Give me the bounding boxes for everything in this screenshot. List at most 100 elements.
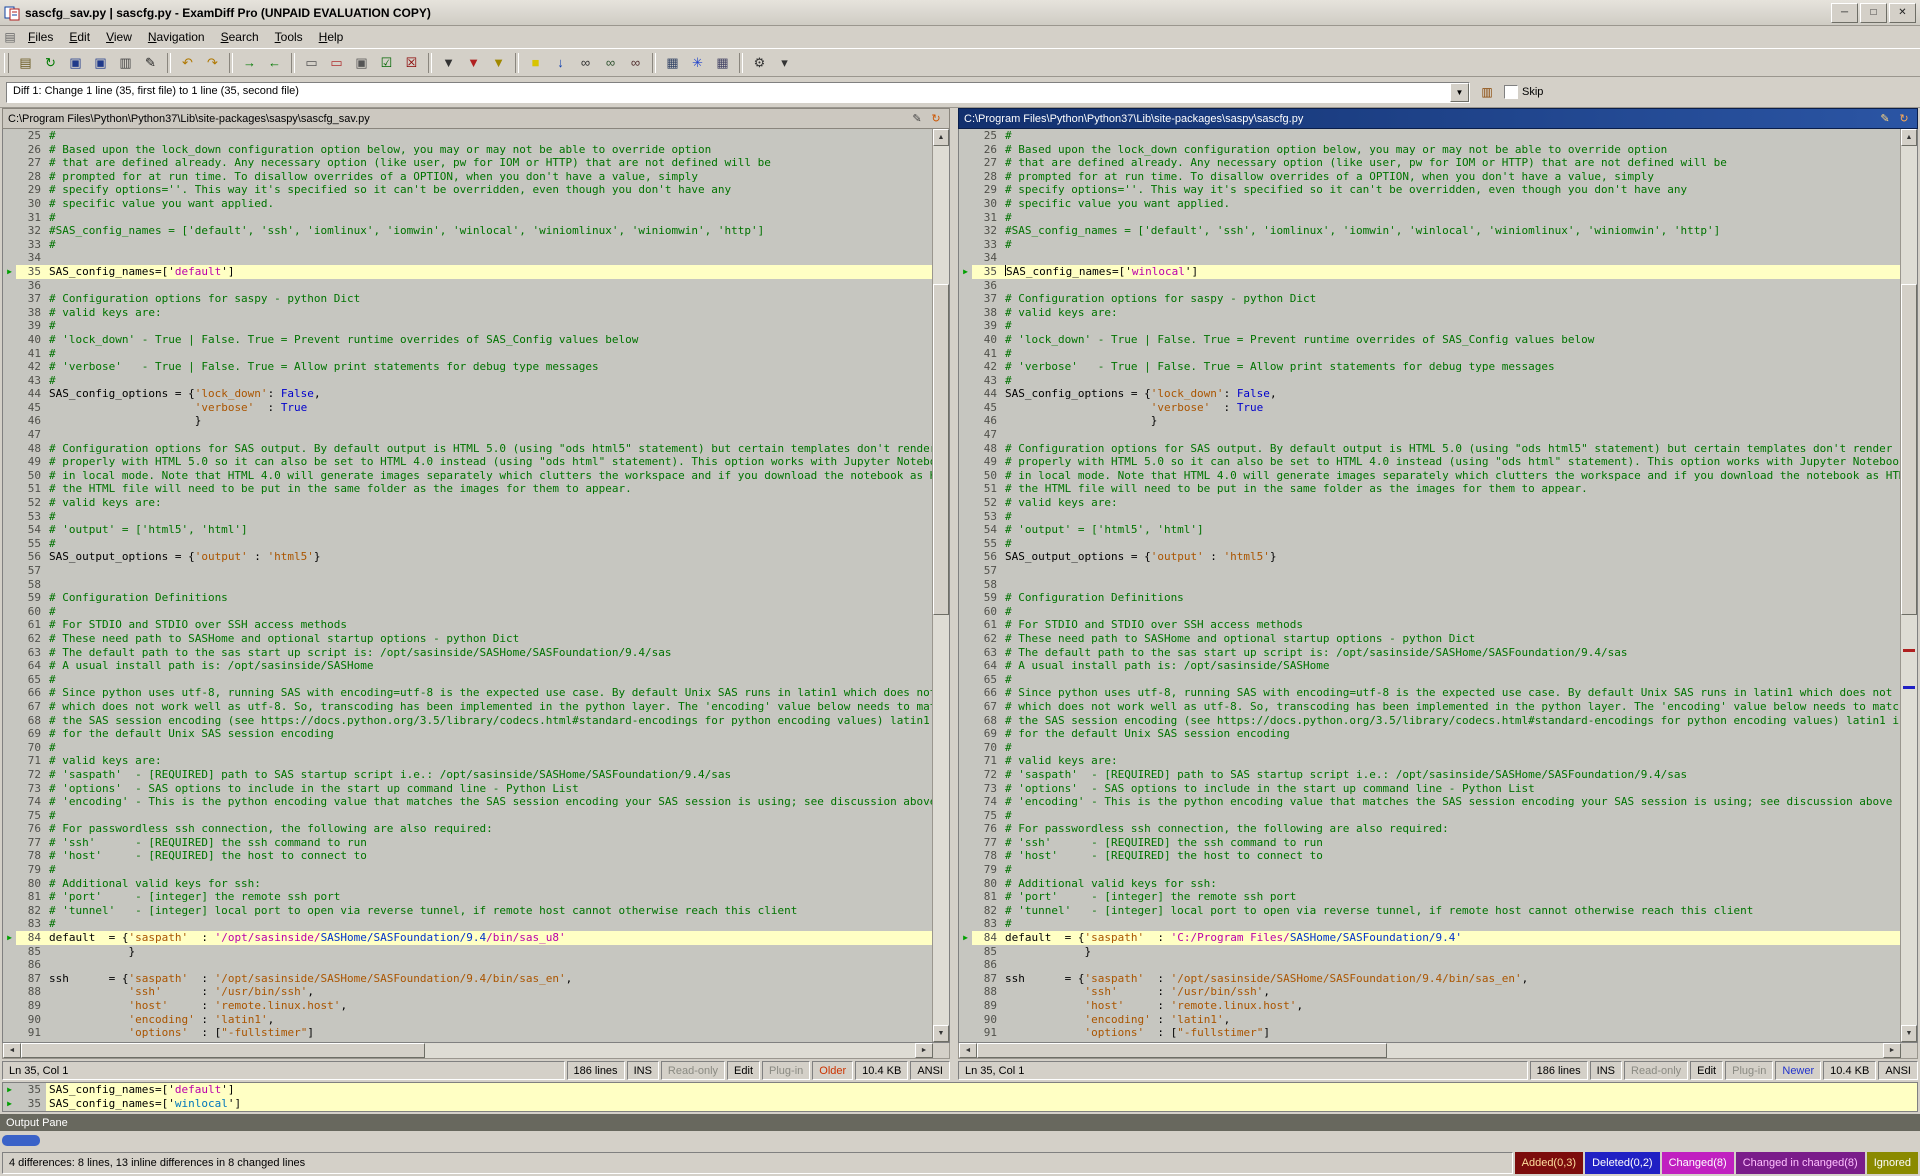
redo-icon[interactable]: ↷ bbox=[200, 51, 225, 75]
code-line[interactable]: 83# bbox=[3, 917, 932, 931]
code-line[interactable]: 68# the SAS session encoding (see https:… bbox=[3, 714, 932, 728]
code-line[interactable]: 51# the HTML file will need to be put in… bbox=[3, 482, 932, 496]
code-line[interactable]: 34 bbox=[959, 251, 1900, 265]
pane-edit-icon[interactable]: ✎ bbox=[1877, 112, 1893, 125]
vertical-scrollbar-right[interactable]: ▲ ▼ bbox=[1900, 129, 1917, 1042]
scroll-down-icon[interactable]: ▼ bbox=[1901, 1025, 1917, 1042]
code-line[interactable]: 87ssh = {'saspath' : '/opt/sasinside/SAS… bbox=[959, 972, 1900, 986]
code-line[interactable]: 26# Based upon the lock_down configurati… bbox=[3, 143, 932, 157]
toolbar-grip[interactable] bbox=[4, 53, 9, 73]
code-line[interactable]: 75# bbox=[3, 809, 932, 823]
code-line[interactable]: 90 'encoding' : 'latin1', bbox=[3, 1013, 932, 1027]
code-line[interactable]: 92 } bbox=[3, 1040, 932, 1042]
code-line[interactable]: 70# bbox=[3, 741, 932, 755]
pane-header-left[interactable]: C:\Program Files\Python\Python37\Lib\sit… bbox=[2, 108, 950, 129]
code-line[interactable]: 89 'host' : 'remote.linux.host', bbox=[959, 999, 1900, 1013]
maximize-button[interactable]: □ bbox=[1860, 3, 1887, 23]
code-line[interactable]: 60# bbox=[959, 605, 1900, 619]
options-dropdown-icon[interactable]: ▾ bbox=[772, 51, 797, 75]
code-line[interactable]: 25# bbox=[959, 129, 1900, 143]
find-icon[interactable]: ∞ bbox=[573, 51, 598, 75]
scroll-thumb[interactable] bbox=[933, 284, 949, 615]
code-line[interactable]: 34 bbox=[3, 251, 932, 265]
code-line[interactable]: 45 'verbose' : True bbox=[3, 401, 932, 415]
code-line[interactable]: 25# bbox=[3, 129, 932, 143]
edit-file-icon[interactable]: ✎ bbox=[138, 51, 163, 75]
code-line[interactable]: 64# A usual install path is: /opt/sasins… bbox=[3, 659, 932, 673]
scroll-up-icon[interactable]: ▲ bbox=[1901, 129, 1917, 146]
filter-changed-icon[interactable]: ▼ bbox=[461, 51, 486, 75]
code-line[interactable]: 82# 'tunnel' - [integer] local port to o… bbox=[959, 904, 1900, 918]
code-line[interactable]: 57 bbox=[3, 564, 932, 578]
code-line[interactable]: 80# Additional valid keys for ssh: bbox=[3, 877, 932, 891]
scroll-thumb[interactable] bbox=[21, 1043, 425, 1058]
code-line[interactable]: 40# 'lock_down' - True | False. True = P… bbox=[959, 333, 1900, 347]
code-line[interactable]: 76# For passwordless ssh connection, the… bbox=[959, 822, 1900, 836]
pane-splitter[interactable] bbox=[950, 108, 958, 1080]
scroll-right-icon[interactable]: ► bbox=[1883, 1043, 1901, 1058]
code-line[interactable]: 56SAS_output_options = {'output' : 'html… bbox=[959, 550, 1900, 564]
code-line[interactable]: 58 bbox=[959, 578, 1900, 592]
code-line[interactable]: 61# For STDIO and STDIO over SSH access … bbox=[3, 618, 932, 632]
code-line[interactable]: 91 'options' : ["-fullstimer"] bbox=[3, 1026, 932, 1040]
menu-edit[interactable]: Edit bbox=[61, 27, 98, 47]
diff-detail-row[interactable]: ▶35SAS_config_names=['default'] bbox=[3, 1083, 1917, 1097]
save-as-icon[interactable]: ▣ bbox=[88, 51, 113, 75]
code-line[interactable]: 67# which does not work well as utf-8. S… bbox=[959, 700, 1900, 714]
scroll-up-icon[interactable]: ▲ bbox=[933, 129, 949, 146]
statistics-icon[interactable]: ▦ bbox=[710, 51, 735, 75]
filter-ignored-icon[interactable]: ▼ bbox=[486, 51, 511, 75]
output-pane-caption[interactable]: Output Pane bbox=[0, 1114, 1920, 1131]
diff-detail-row[interactable]: ▶35SAS_config_names=['winlocal'] bbox=[3, 1097, 1917, 1111]
code-line[interactable]: 73# 'options' - SAS options to include i… bbox=[3, 782, 932, 796]
code-line[interactable]: 41# bbox=[959, 347, 1900, 361]
menu-search[interactable]: Search bbox=[213, 27, 267, 47]
code-line[interactable]: 54# 'output' = ['html5', 'html'] bbox=[3, 523, 932, 537]
code-line[interactable]: 28# prompted for at run time. To disallo… bbox=[959, 170, 1900, 184]
code-line[interactable]: 75# bbox=[959, 809, 1900, 823]
show-both-panes-icon[interactable]: ▣ bbox=[349, 51, 374, 75]
code-line[interactable]: 41# bbox=[3, 347, 932, 361]
open-compare-icon[interactable]: ▤ bbox=[13, 51, 38, 75]
code-line[interactable]: ▶84default = {'saspath' : '/opt/sasinsid… bbox=[3, 931, 932, 945]
code-line[interactable]: 42# 'verbose' - True | False. True = All… bbox=[959, 360, 1900, 374]
code-line[interactable]: 49# properly with HTML 5.0 so it can als… bbox=[3, 455, 932, 469]
code-line[interactable]: 78# 'host' - [REQUIRED] the host to conn… bbox=[959, 849, 1900, 863]
code-line[interactable]: 59# Configuration Definitions bbox=[959, 591, 1900, 605]
code-line[interactable]: 48# Configuration options for SAS output… bbox=[959, 442, 1900, 456]
find-prev-icon[interactable]: ∞ bbox=[623, 51, 648, 75]
skip-checkbox[interactable] bbox=[1504, 85, 1518, 99]
code-line[interactable]: ▶84default = {'saspath' : 'C:/Program Fi… bbox=[959, 931, 1900, 945]
code-line[interactable]: 72# 'saspath' - [REQUIRED] path to SAS s… bbox=[959, 768, 1900, 782]
code-line[interactable]: 61# For STDIO and STDIO over SSH access … bbox=[959, 618, 1900, 632]
code-line[interactable]: 79# bbox=[959, 863, 1900, 877]
scroll-left-icon[interactable]: ◄ bbox=[959, 1043, 977, 1058]
menu-help[interactable]: Help bbox=[311, 27, 352, 47]
code-line[interactable]: 51# the HTML file will need to be put in… bbox=[959, 482, 1900, 496]
pane-refresh-icon[interactable]: ↻ bbox=[928, 112, 944, 125]
code-line[interactable]: 42# 'verbose' - True | False. True = All… bbox=[3, 360, 932, 374]
code-line[interactable]: 65# bbox=[3, 673, 932, 687]
code-line[interactable]: 86 bbox=[3, 958, 932, 972]
code-line[interactable]: 45 'verbose' : True bbox=[959, 401, 1900, 415]
code-line[interactable]: 48# Configuration options for SAS output… bbox=[3, 442, 932, 456]
code-line[interactable]: 63# The default path to the sas start up… bbox=[3, 646, 932, 660]
undo-icon[interactable]: ↶ bbox=[175, 51, 200, 75]
combo-dropdown-icon[interactable]: ▼ bbox=[1450, 83, 1469, 102]
code-line[interactable]: 57 bbox=[959, 564, 1900, 578]
prev-diff-icon[interactable]: ← bbox=[262, 51, 287, 75]
code-line[interactable]: 38# valid keys are: bbox=[959, 306, 1900, 320]
code-line[interactable]: 66# Since python uses utf-8, running SAS… bbox=[3, 686, 932, 700]
code-line[interactable]: 55# bbox=[3, 537, 932, 551]
code-line[interactable]: 49# properly with HTML 5.0 so it can als… bbox=[959, 455, 1900, 469]
pane-header-right[interactable]: C:\Program Files\Python\Python37\Lib\sit… bbox=[958, 108, 1918, 129]
code-line[interactable]: 66# Since python uses utf-8, running SAS… bbox=[959, 686, 1900, 700]
scroll-down-icon[interactable]: ▼ bbox=[933, 1025, 949, 1042]
minimize-button[interactable]: ─ bbox=[1831, 3, 1858, 23]
code-line[interactable]: 52# valid keys are: bbox=[959, 496, 1900, 510]
show-first-pane-icon[interactable]: ▭ bbox=[299, 51, 324, 75]
code-line[interactable]: 53# bbox=[959, 510, 1900, 524]
code-line[interactable]: 54# 'output' = ['html5', 'html'] bbox=[959, 523, 1900, 537]
code-line[interactable]: 40# 'lock_down' - True | False. True = P… bbox=[3, 333, 932, 347]
code-line[interactable]: 87ssh = {'saspath' : '/opt/sasinside/SAS… bbox=[3, 972, 932, 986]
